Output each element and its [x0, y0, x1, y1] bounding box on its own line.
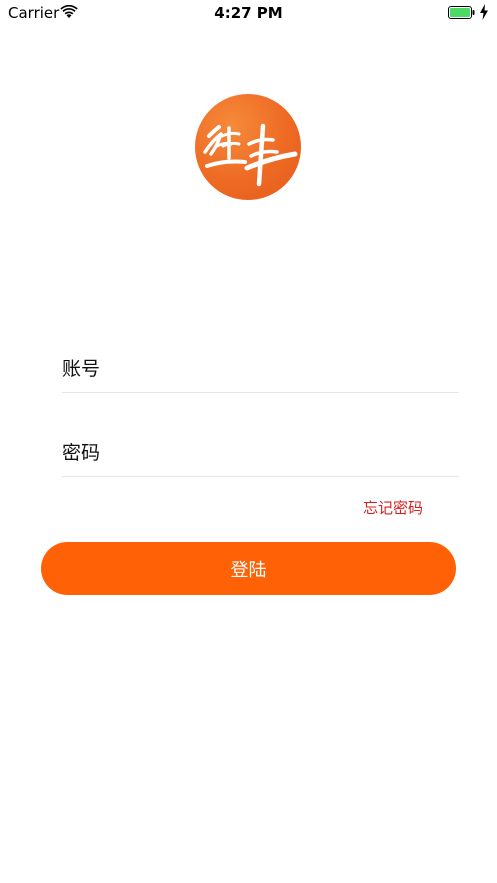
battery-icon: [448, 6, 475, 19]
status-time: 4:27 PM: [214, 4, 283, 22]
app-logo: [195, 94, 301, 200]
login-screen: Carrier 4:27 PM 账号 密码 忘记密码 登陆: [0, 0, 497, 883]
account-label: 账号: [62, 358, 101, 380]
account-input[interactable]: [122, 350, 456, 384]
charging-bolt-icon: [480, 4, 488, 20]
account-field[interactable]: 账号: [62, 342, 459, 393]
logo-calligraphy-icon: [203, 123, 298, 187]
password-field[interactable]: 密码: [62, 426, 459, 477]
login-button[interactable]: 登陆: [41, 542, 456, 595]
password-label: 密码: [62, 442, 101, 464]
status-bar: Carrier 4:27 PM: [0, 0, 497, 26]
forgot-password-link[interactable]: 忘记密码: [363, 497, 423, 518]
password-input[interactable]: [122, 434, 456, 468]
